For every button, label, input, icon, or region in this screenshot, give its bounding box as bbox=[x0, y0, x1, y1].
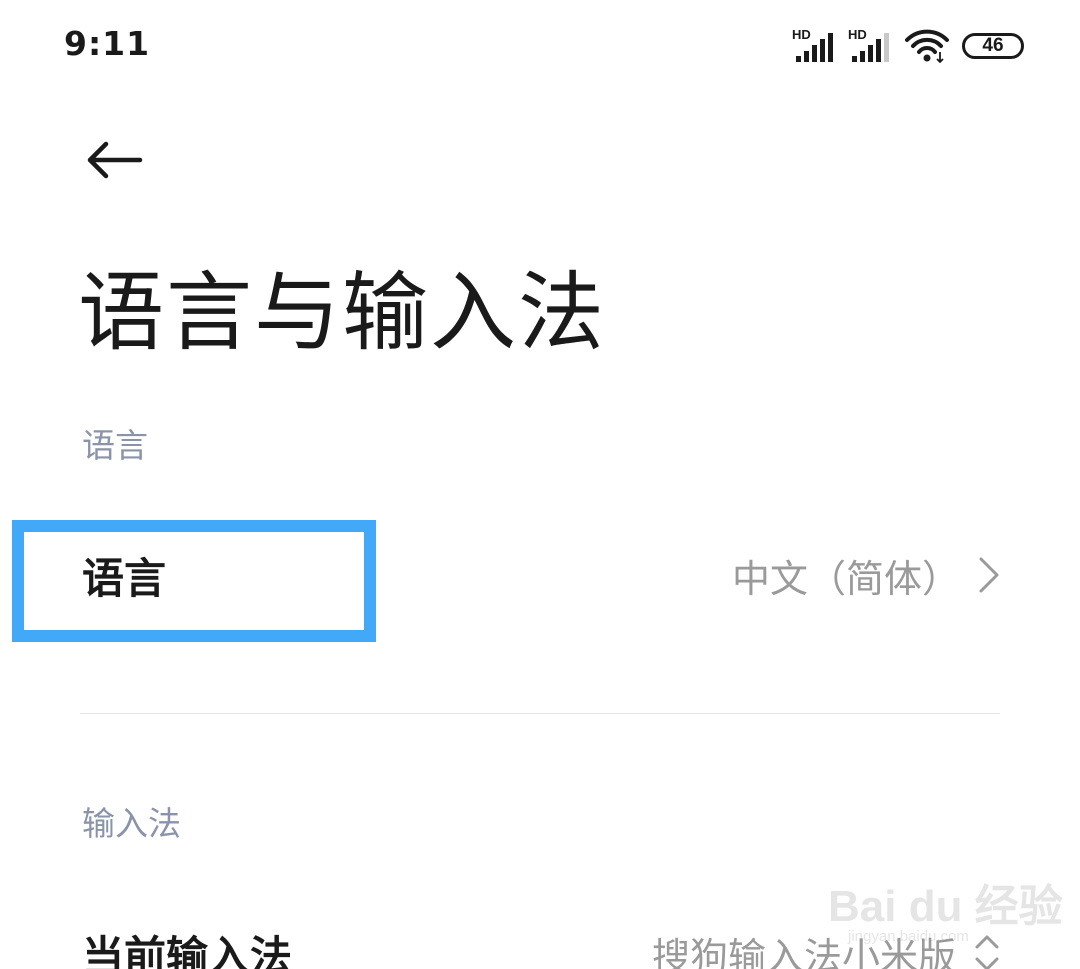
page-title: 语言与输入法 bbox=[78, 263, 606, 363]
status-time: 9:11 bbox=[64, 24, 151, 63]
battery-icon: 46 bbox=[962, 33, 1024, 59]
watermark-text: Bai du 经验 bbox=[828, 882, 1063, 931]
section-header-input-method: 输入法 bbox=[82, 804, 181, 843]
current-input-method-label: 当前输入法 bbox=[82, 931, 293, 969]
battery-level: 46 bbox=[982, 35, 1004, 56]
language-setting-value-group: 中文（简体） bbox=[732, 548, 1000, 603]
settings-screen: 9:11 HD HD 46 语言与输入法 语言 语言 中文（简体） 输入法 当前… bbox=[0, 0, 1080, 969]
signal-hd-icon: HD bbox=[848, 28, 892, 64]
back-button[interactable] bbox=[78, 128, 150, 192]
chevron-right-icon bbox=[978, 556, 1000, 594]
section-divider bbox=[80, 713, 1000, 714]
wifi-icon bbox=[905, 29, 949, 64]
signal-hd-icon: HD bbox=[792, 28, 836, 64]
arrow-left-icon bbox=[87, 141, 143, 179]
language-setting-label: 语言 bbox=[82, 553, 167, 603]
section-header-language: 语言 bbox=[82, 426, 148, 465]
baidu-watermark: Bai du 经验 jingyan.baidu.com bbox=[828, 860, 1063, 950]
language-setting-row[interactable]: 语言 中文（简体） bbox=[82, 530, 1000, 620]
status-icons: HD HD 46 bbox=[792, 26, 1024, 66]
watermark-sub: jingyan.baidu.com bbox=[848, 928, 969, 945]
language-setting-value: 中文（简体） bbox=[731, 556, 960, 601]
